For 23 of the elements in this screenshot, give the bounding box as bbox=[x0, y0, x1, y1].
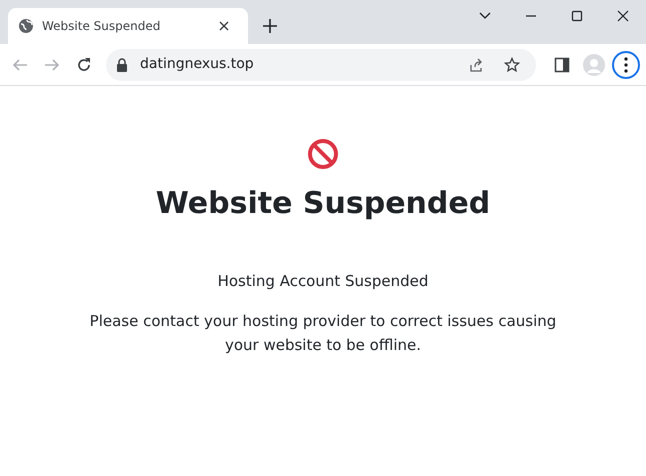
avatar-icon bbox=[583, 54, 605, 76]
star-icon bbox=[504, 56, 520, 72]
tab-title: Website Suspended bbox=[42, 18, 162, 35]
page-message: Please contact your hosting provider to correct issues causing your website to be offline. bbox=[88, 310, 558, 356]
close-icon bbox=[616, 9, 630, 23]
plus-icon bbox=[263, 19, 277, 33]
close-icon bbox=[218, 20, 230, 32]
share-icon bbox=[468, 56, 484, 72]
menu-button[interactable] bbox=[612, 50, 640, 78]
more-icon bbox=[624, 56, 628, 72]
lock-icon bbox=[116, 58, 128, 72]
page-subheading: Hosting Account Suspended bbox=[218, 271, 428, 292]
arrow-right-icon bbox=[44, 56, 60, 72]
side-panel-icon bbox=[554, 56, 570, 72]
browser-tab[interactable]: Website Suspended bbox=[8, 8, 248, 44]
prohibited-icon bbox=[307, 138, 339, 170]
reload-icon bbox=[76, 56, 92, 72]
page-heading: Website Suspended bbox=[156, 186, 490, 222]
address-bar[interactable]: datingnexus.top bbox=[106, 48, 536, 80]
maximize-icon bbox=[570, 9, 584, 23]
globe-icon bbox=[18, 18, 34, 34]
arrow-left-icon bbox=[12, 56, 28, 72]
url-text: datingnexus.top bbox=[140, 55, 255, 74]
